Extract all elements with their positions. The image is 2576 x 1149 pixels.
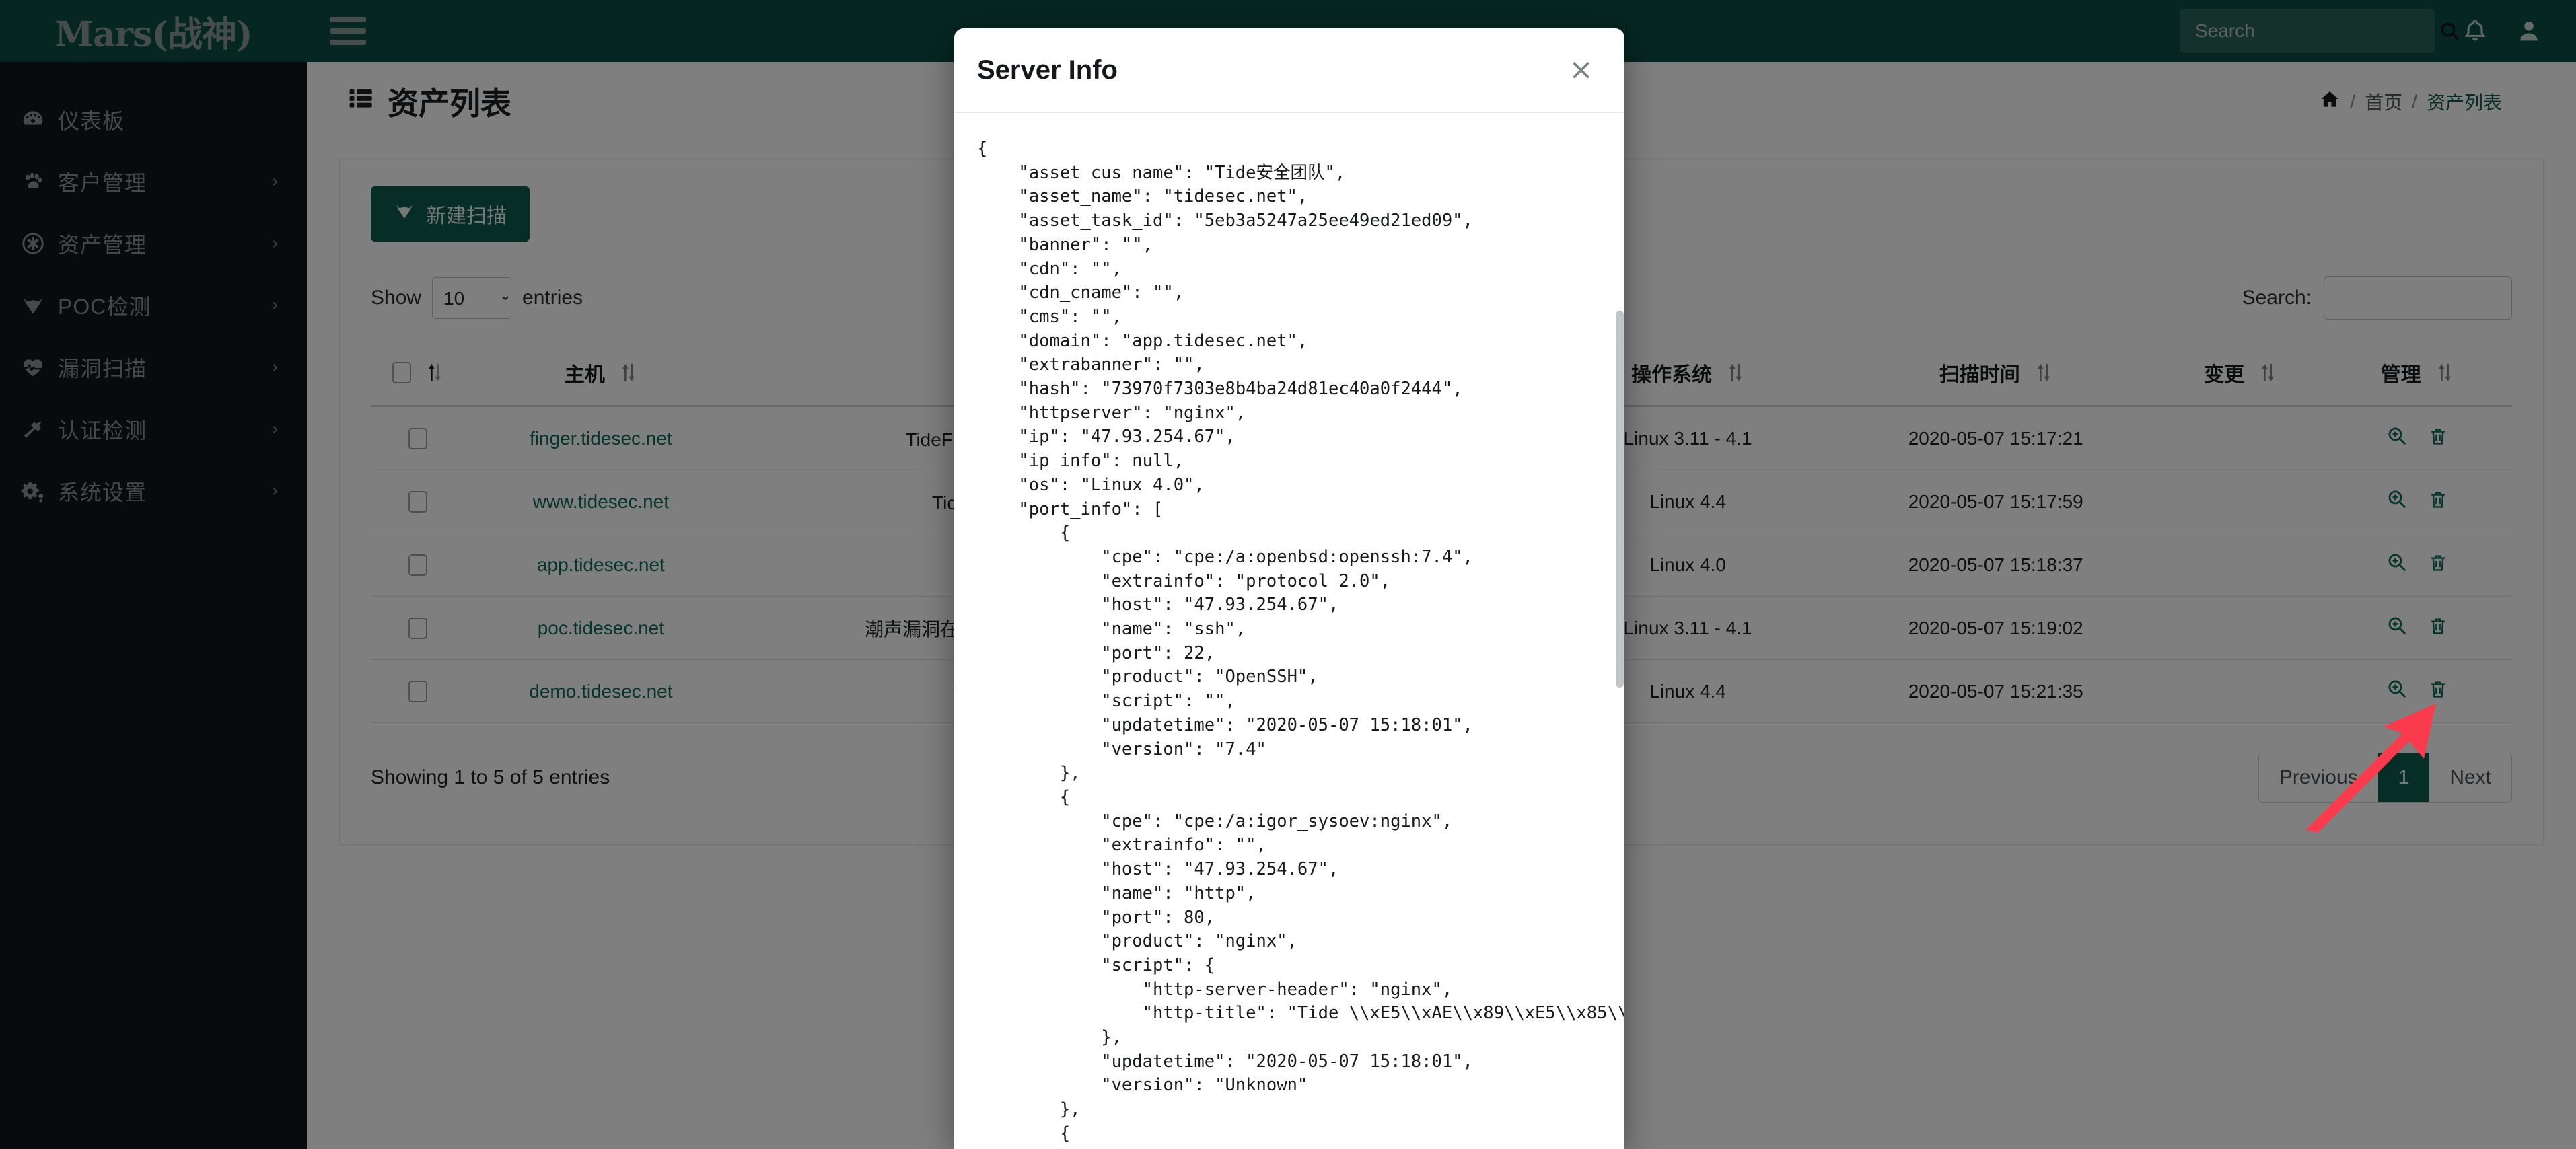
modal-title: Server Info	[977, 55, 1118, 85]
modal-scrollbar[interactable]	[1615, 28, 1624, 1149]
modal-body: { "asset_cus_name": "Tide安全团队", "asset_n…	[954, 113, 1624, 1149]
close-icon[interactable]: ×	[1569, 55, 1594, 85]
modal-scrollbar-thumb[interactable]	[1616, 311, 1624, 688]
app-root: Mars(战神) 仪表板 客户管理 ›	[0, 0, 2576, 1149]
modal-header: Server Info ×	[954, 28, 1624, 113]
server-info-json: { "asset_cus_name": "Tide安全团队", "asset_n…	[977, 139, 1624, 1144]
server-info-modal: Server Info × { "asset_cus_name": "Tide安…	[954, 28, 1624, 1149]
